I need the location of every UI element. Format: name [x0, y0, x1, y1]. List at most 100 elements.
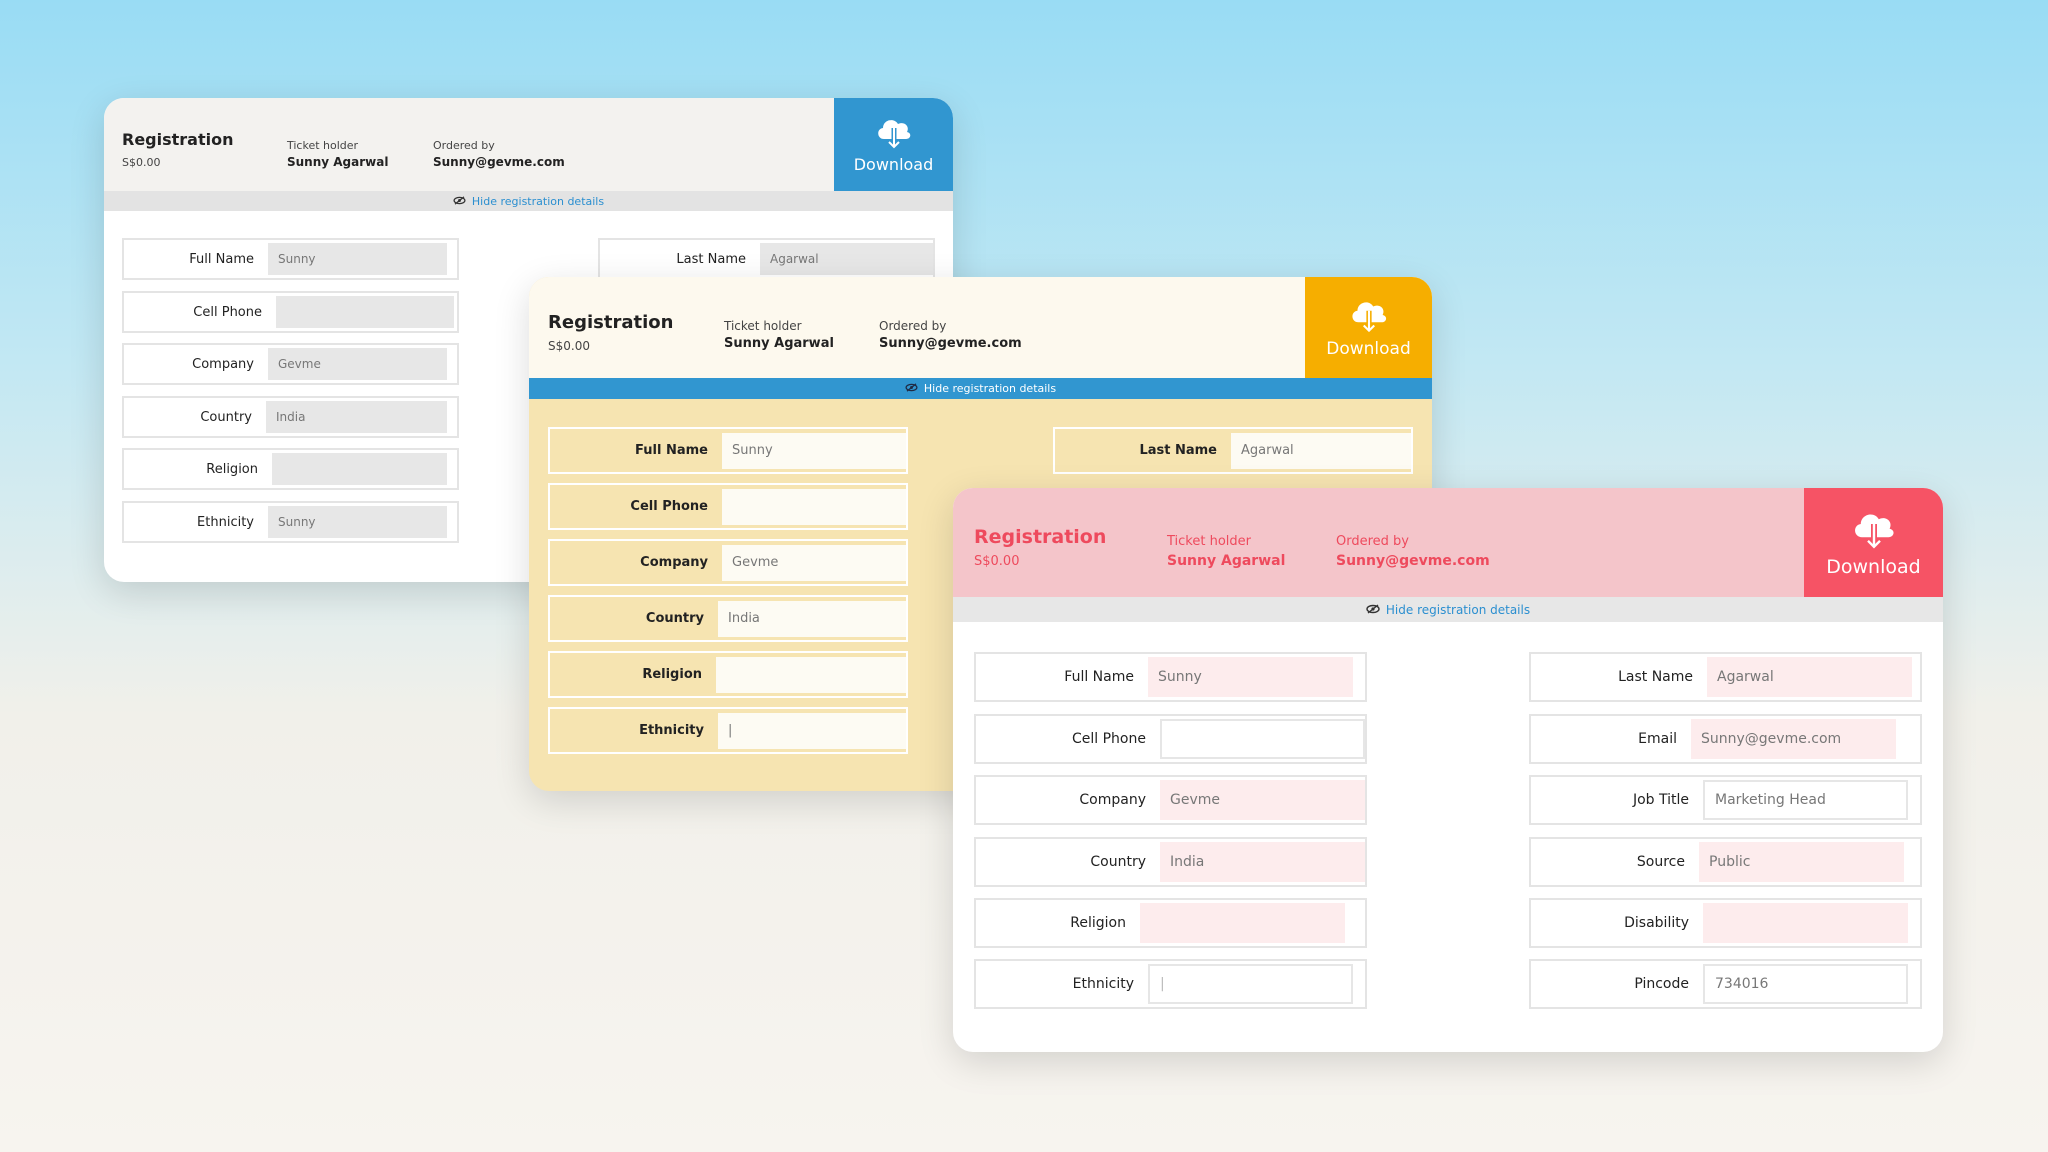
field-company: Company Gevme: [974, 775, 1367, 825]
field-label: Cell Phone: [630, 499, 708, 514]
field-label: Ethnicity: [197, 514, 254, 530]
full-name-input[interactable]: Sunny: [268, 243, 447, 275]
ethnicity-input[interactable]: |: [1148, 964, 1353, 1004]
field-label: Country: [1090, 854, 1146, 870]
country-input[interactable]: India: [718, 600, 906, 637]
download-button[interactable]: Download: [834, 98, 953, 191]
field-company: Company Gevme: [122, 343, 459, 385]
field-religion: Religion: [548, 651, 908, 698]
field-label: Pincode: [1634, 976, 1689, 992]
registration-price: S$0.00: [122, 156, 161, 169]
cell-phone-input[interactable]: [276, 296, 454, 328]
eye-slash-icon: [905, 382, 918, 395]
field-label: Source: [1636, 854, 1685, 870]
field-label: Job Title: [1632, 792, 1689, 808]
hide-details-bar: Hide registration details: [104, 191, 953, 211]
ordered-by-email: Sunny@gevme.com: [879, 336, 1022, 351]
ticket-holder-name: Sunny Agarwal: [1167, 553, 1286, 569]
pincode-input[interactable]: 734016: [1703, 964, 1908, 1004]
religion-input[interactable]: [1140, 903, 1345, 943]
download-label: Download: [1826, 555, 1921, 578]
last-name-input[interactable]: Agarwal: [760, 243, 933, 275]
field-label: Full Name: [189, 251, 254, 267]
field-label: Country: [645, 611, 704, 626]
field-last-name: Last Name Agarwal: [1529, 652, 1922, 702]
cell-phone-input[interactable]: [722, 488, 906, 525]
ethnicity-input[interactable]: |: [718, 712, 906, 749]
ordered-by-label: Ordered by: [1336, 534, 1409, 549]
registration-title: Registration: [122, 130, 234, 149]
field-job-title: Job Title Marketing Head: [1529, 775, 1922, 825]
country-input[interactable]: India: [1160, 842, 1365, 882]
full-name-input[interactable]: Sunny: [1148, 657, 1353, 697]
download-button[interactable]: Download: [1804, 488, 1943, 597]
last-name-input[interactable]: Agarwal: [1707, 657, 1912, 697]
registration-title: Registration: [974, 526, 1107, 548]
cell-phone-input[interactable]: [1160, 719, 1365, 759]
company-input[interactable]: Gevme: [722, 544, 906, 581]
registration-card-pink: Registration S$0.00 Ticket holder Sunny …: [953, 488, 1943, 1052]
field-last-name: Last Name Agarwal: [1053, 427, 1413, 474]
field-label: Last Name: [1139, 443, 1217, 458]
disability-input[interactable]: [1703, 903, 1908, 943]
field-cell-phone: Cell Phone: [974, 714, 1367, 764]
field-full-name: Full Name Sunny: [548, 427, 908, 474]
email-input[interactable]: Sunny@gevme.com: [1691, 719, 1896, 759]
field-full-name: Full Name Sunny: [974, 652, 1367, 702]
field-country: Country India: [122, 396, 459, 438]
hide-details-link[interactable]: Hide registration details: [1386, 603, 1530, 617]
country-input[interactable]: India: [266, 401, 447, 433]
field-label: Full Name: [635, 443, 708, 458]
hide-details-bar: Hide registration details: [953, 597, 1943, 622]
cloud-download-icon: [877, 120, 910, 149]
registration-title: Registration: [548, 312, 674, 333]
ordered-by-email: Sunny@gevme.com: [1336, 553, 1490, 569]
field-label: Last Name: [676, 251, 746, 267]
field-label: Ethnicity: [1072, 976, 1134, 992]
field-label: Email: [1638, 731, 1677, 747]
company-input[interactable]: Gevme: [1160, 780, 1365, 820]
ordered-by-label: Ordered by: [879, 319, 947, 333]
field-ethnicity: Ethnicity Sunny: [122, 501, 459, 543]
source-input[interactable]: Public: [1699, 842, 1904, 882]
field-label: Religion: [206, 461, 258, 477]
hide-details-link[interactable]: Hide registration details: [472, 195, 604, 208]
last-name-input[interactable]: Agarwal: [1231, 432, 1411, 469]
cloud-download-icon: [1854, 513, 1894, 548]
field-ethnicity: Ethnicity |: [548, 707, 908, 754]
field-religion: Religion: [122, 448, 459, 490]
field-label: Religion: [1070, 915, 1126, 931]
field-label: Company: [640, 555, 708, 570]
field-last-name: Last Name Agarwal: [598, 238, 935, 280]
registration-price: S$0.00: [548, 339, 590, 353]
hide-details-link[interactable]: Hide registration details: [924, 382, 1056, 395]
field-cell-phone: Cell Phone: [122, 291, 459, 333]
religion-input[interactable]: [272, 453, 447, 485]
field-label: Last Name: [1618, 669, 1693, 685]
cloud-download-icon: [1351, 301, 1386, 332]
ethnicity-input[interactable]: Sunny: [268, 506, 447, 538]
ticket-holder-label: Ticket holder: [287, 139, 359, 152]
field-cell-phone: Cell Phone: [548, 483, 908, 530]
ordered-by-email: Sunny@gevme.com: [433, 155, 565, 169]
religion-input[interactable]: [716, 656, 906, 693]
download-button[interactable]: Download: [1305, 277, 1432, 378]
eye-slash-icon: [1366, 603, 1380, 617]
card-header: Registration S$0.00 Ticket holder Sunny …: [953, 488, 1943, 597]
field-label: Disability: [1624, 915, 1689, 931]
card-header: Registration S$0.00 Ticket holder Sunny …: [104, 98, 953, 191]
field-ethnicity: Ethnicity |: [974, 959, 1367, 1009]
ticket-holder-name: Sunny Agarwal: [724, 336, 834, 351]
field-label: Cell Phone: [1072, 731, 1146, 747]
eye-slash-icon: [453, 195, 466, 208]
field-source: Source Public: [1529, 837, 1922, 887]
field-religion: Religion: [974, 898, 1367, 948]
field-country: Country India: [548, 595, 908, 642]
full-name-input[interactable]: Sunny: [722, 432, 906, 469]
hide-details-bar: Hide registration details: [529, 378, 1432, 399]
ticket-holder-label: Ticket holder: [1167, 534, 1251, 549]
company-input[interactable]: Gevme: [268, 348, 447, 380]
field-label: Religion: [642, 667, 702, 682]
job-title-input[interactable]: Marketing Head: [1703, 780, 1908, 820]
download-label: Download: [1326, 338, 1411, 359]
